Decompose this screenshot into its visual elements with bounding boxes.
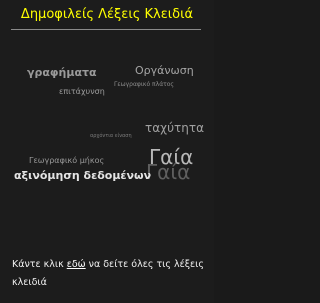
tag-taxytita[interactable]: ταχύτητα bbox=[145, 122, 204, 134]
see-all-keywords-link[interactable]: εδώ bbox=[67, 259, 86, 270]
tag-geografiko-platos[interactable]: Γεωγραφικό πλάτος bbox=[114, 82, 174, 88]
see-all-keywords-text: Κάντε κλικ εδώ να δείτε όλες τις λέξεις … bbox=[12, 256, 208, 292]
tag-arxontia[interactable]: αρχόντια είναση bbox=[90, 134, 132, 139]
tag-grafimata[interactable]: γραφήματα bbox=[27, 67, 97, 78]
popular-keywords-panel: Δημοφιλείς Λέξεις Κλειδιά Γαία γραφήματα… bbox=[0, 0, 214, 303]
tag-gaia[interactable]: Γαία bbox=[149, 147, 193, 167]
tag-taxinomisi-dedomenon[interactable]: αξινόμηση δεδομένων bbox=[14, 170, 151, 181]
tag-geografiko-mikos[interactable]: Γεωγραφικό μήκος bbox=[29, 157, 104, 165]
tag-cloud: Γαία γραφήματα Οργάνωση Γεωγραφικό πλάτο… bbox=[0, 0, 214, 190]
footer-prefix: Κάντε κλικ bbox=[12, 259, 67, 270]
tag-organosi[interactable]: Οργάνωση bbox=[135, 65, 194, 76]
tag-epitaxynsi[interactable]: επιτάχυνση bbox=[59, 88, 105, 96]
